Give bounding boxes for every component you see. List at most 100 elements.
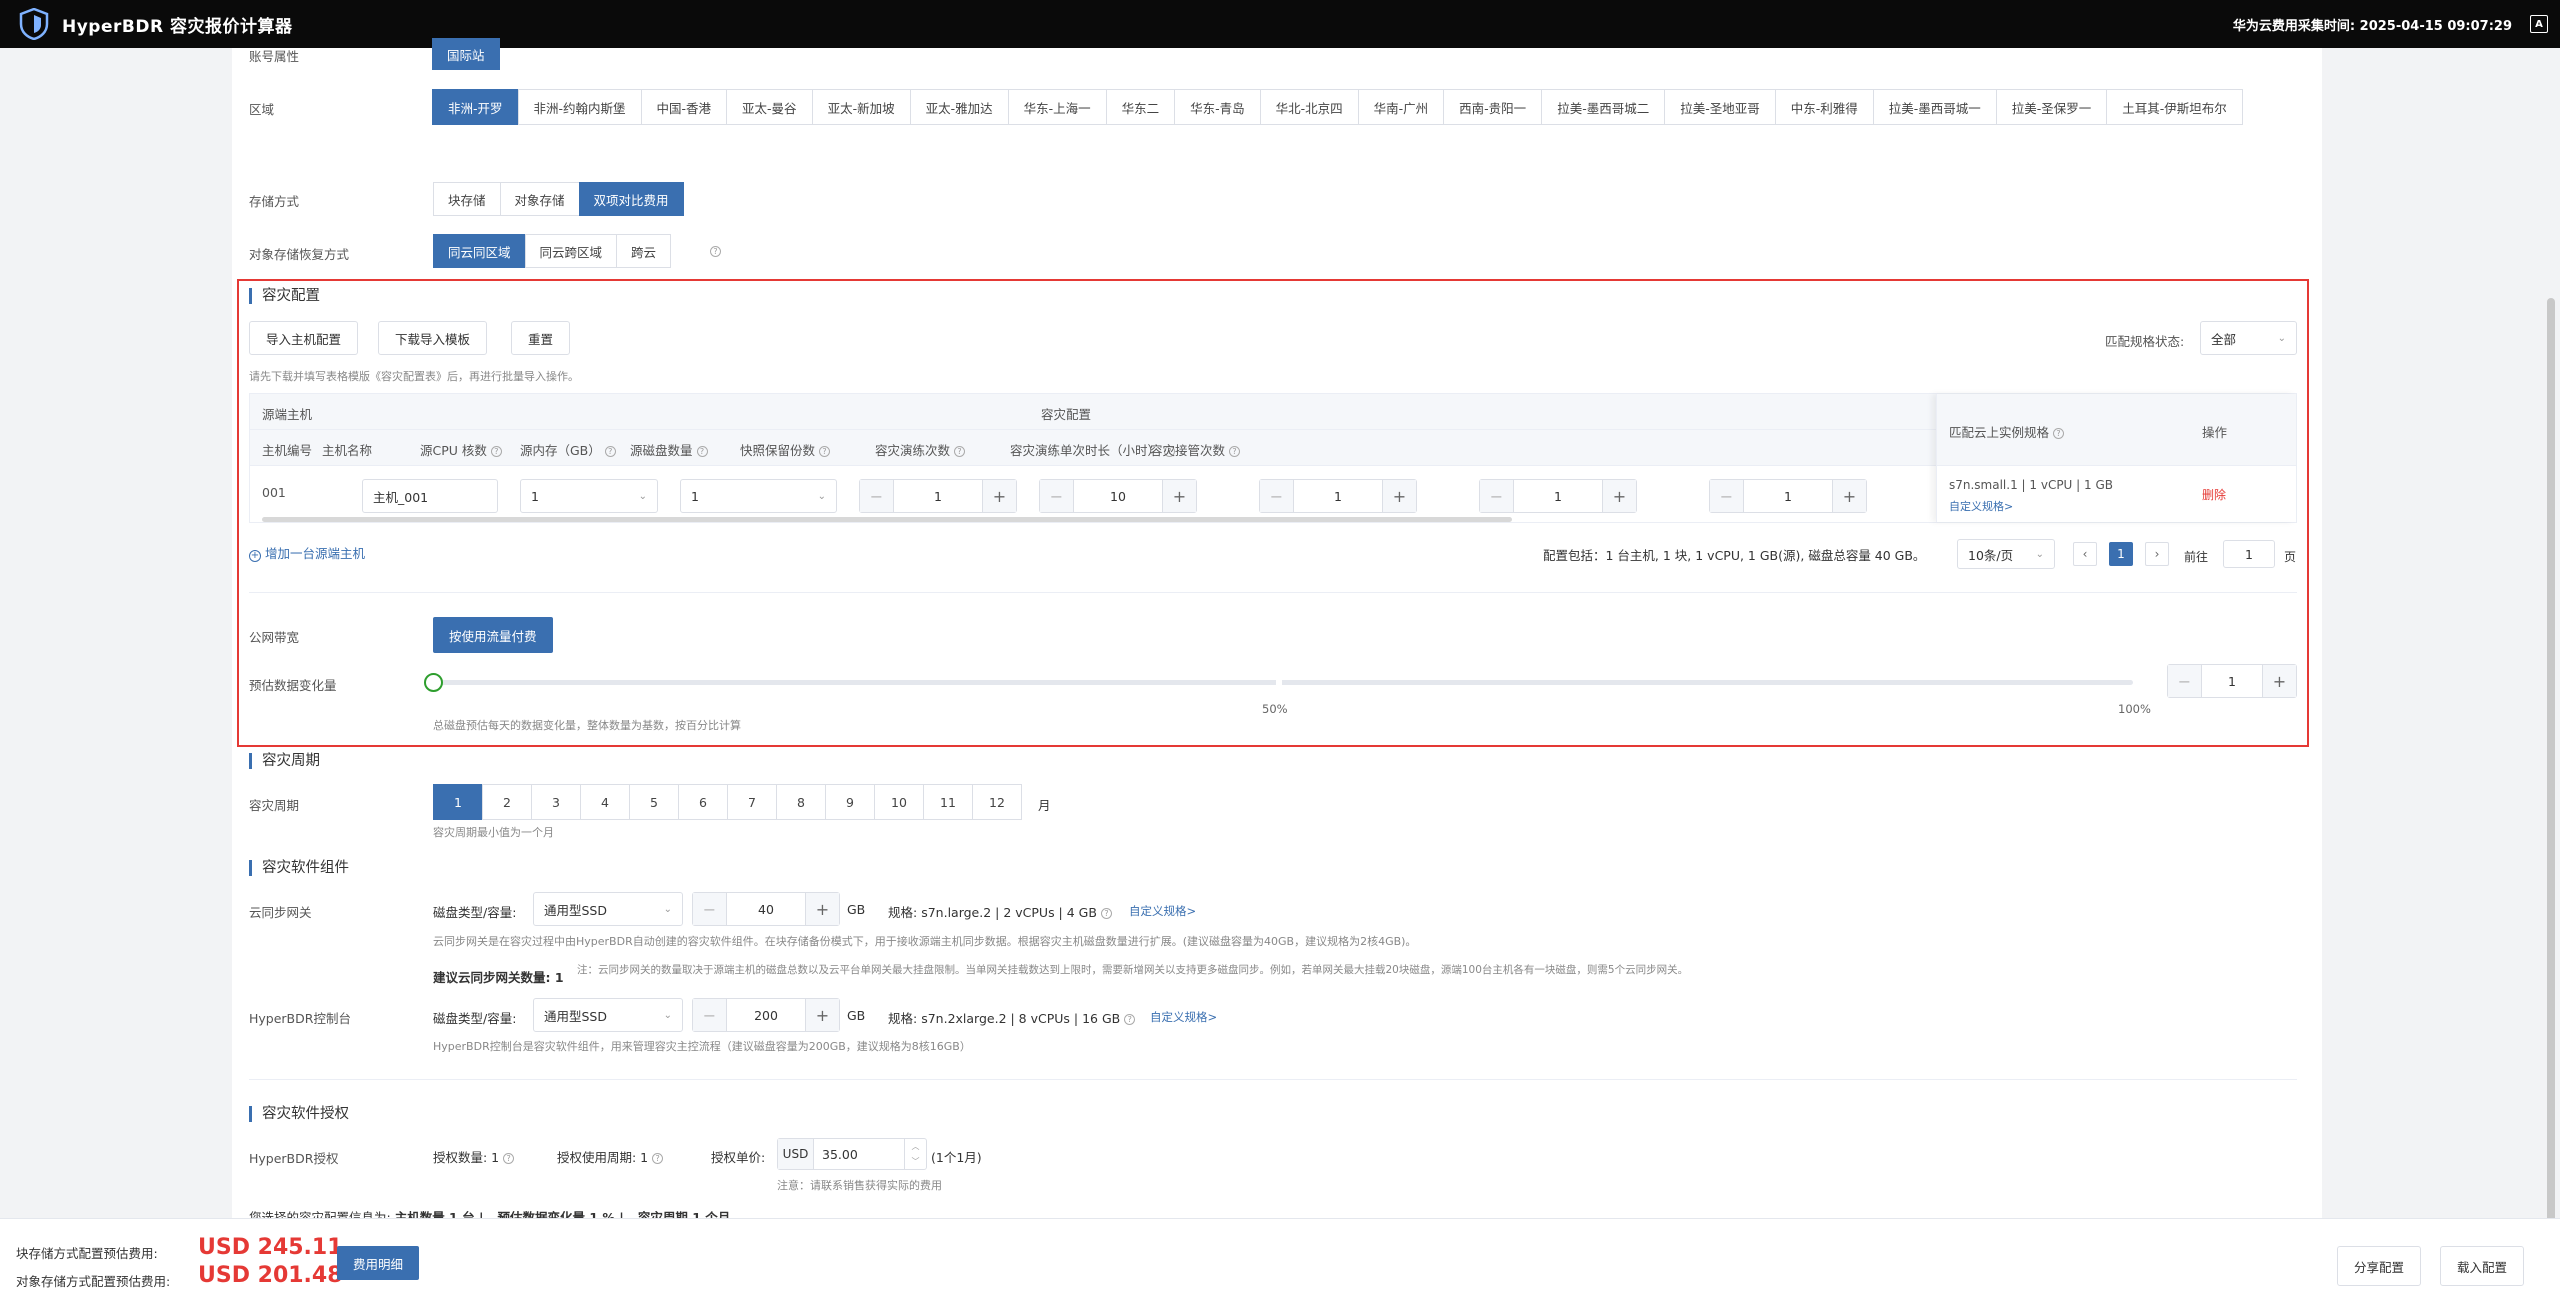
region-option[interactable]: 非洲-约翰内斯堡 bbox=[517, 89, 642, 125]
console-capacity-value[interactable]: 200 bbox=[727, 999, 805, 1031]
help-icon[interactable]: ? bbox=[954, 446, 966, 457]
period-option[interactable]: 7 bbox=[727, 784, 777, 820]
data-change-slider[interactable] bbox=[433, 679, 2133, 686]
share-config-button[interactable]: 分享配置 bbox=[2337, 1246, 2422, 1286]
language-icon[interactable]: A bbox=[2530, 15, 2548, 33]
import-host-config-button[interactable]: 导入主机配置 bbox=[249, 321, 359, 355]
drill-hours-value[interactable]: 1 bbox=[1514, 480, 1602, 512]
minus-icon[interactable]: − bbox=[2168, 665, 2202, 697]
minus-icon[interactable]: − bbox=[860, 480, 894, 512]
license-price-value[interactable]: 35.00 bbox=[814, 1139, 904, 1169]
gateway-custom-spec-link[interactable]: 自定义规格> bbox=[1129, 903, 1196, 919]
period-option[interactable]: 5 bbox=[629, 784, 679, 820]
help-icon[interactable]: ? bbox=[819, 446, 831, 457]
cpu-select[interactable]: 1 ⌄ bbox=[520, 479, 658, 513]
region-option[interactable]: 拉美-墨西哥城一 bbox=[1872, 89, 1997, 125]
plus-icon[interactable]: + bbox=[1162, 480, 1196, 512]
minus-icon[interactable]: − bbox=[693, 893, 727, 925]
table-horizontal-scrollbar[interactable] bbox=[262, 517, 1512, 522]
help-icon[interactable]: ? bbox=[503, 1153, 515, 1164]
gateway-capacity-value[interactable]: 40 bbox=[727, 893, 805, 925]
region-option[interactable]: 亚太-曼谷 bbox=[726, 89, 813, 125]
period-option[interactable]: 9 bbox=[825, 784, 875, 820]
period-option[interactable]: 4 bbox=[580, 784, 630, 820]
next-page-button[interactable]: › bbox=[2145, 542, 2169, 566]
restore-option[interactable]: 同云跨区域 bbox=[524, 234, 618, 268]
disk-count-value[interactable]: 1 bbox=[894, 480, 982, 512]
region-option[interactable]: 中国-香港 bbox=[640, 89, 728, 125]
region-option[interactable]: 拉美-圣地亚哥 bbox=[1664, 89, 1776, 125]
period-option[interactable]: 11 bbox=[923, 784, 973, 820]
region-option[interactable]: 土耳其-伊斯坦布尔 bbox=[2106, 89, 2243, 125]
custom-spec-link[interactable]: 自定义规格> bbox=[1949, 498, 2013, 514]
prev-page-button[interactable]: ‹ bbox=[2073, 542, 2097, 566]
scroll-thumb[interactable] bbox=[2547, 298, 2555, 1258]
help-icon[interactable]: ? bbox=[2053, 428, 2065, 439]
page-size-select[interactable]: 10条/页 ⌄ bbox=[1957, 539, 2055, 569]
region-option[interactable]: 中东-利雅得 bbox=[1774, 89, 1874, 125]
scrollbar[interactable] bbox=[2546, 48, 2556, 1258]
restore-option[interactable]: 跨云 bbox=[616, 234, 672, 268]
snapshot-stepper[interactable]: −10 + bbox=[1039, 479, 1197, 513]
minus-icon[interactable]: − bbox=[1040, 480, 1074, 512]
minus-icon[interactable]: − bbox=[1480, 480, 1514, 512]
region-option[interactable]: 华北-北京四 bbox=[1259, 89, 1359, 125]
console-capacity-stepper[interactable]: −200 + bbox=[692, 998, 840, 1032]
help-icon[interactable]: ? bbox=[1100, 908, 1112, 919]
data-change-value[interactable]: 1 bbox=[2202, 665, 2262, 697]
drill-count-value[interactable]: 1 bbox=[1294, 480, 1382, 512]
console-disk-type-select[interactable]: 通用型SSD ⌄ bbox=[533, 998, 683, 1032]
drill-hours-stepper[interactable]: −1 + bbox=[1479, 479, 1637, 513]
help-icon[interactable]: ? bbox=[604, 446, 616, 457]
help-icon[interactable]: ? bbox=[696, 446, 708, 457]
region-option[interactable]: 非洲-开罗 bbox=[432, 89, 519, 125]
snapshot-value[interactable]: 10 bbox=[1074, 480, 1162, 512]
region-option[interactable]: 西南-贵阳一 bbox=[1443, 89, 1543, 125]
account-intl-button[interactable]: 国际站 bbox=[432, 38, 500, 70]
page-1-button[interactable]: 1 bbox=[2109, 542, 2133, 566]
load-config-button[interactable]: 载入配置 bbox=[2440, 1246, 2525, 1286]
plus-icon[interactable]: + bbox=[2262, 665, 2296, 697]
add-host-link[interactable]: + 增加一台源端主机 bbox=[249, 543, 365, 562]
region-option[interactable]: 华南-广州 bbox=[1357, 89, 1445, 125]
delete-link[interactable]: 删除 bbox=[2202, 486, 2226, 503]
storage-option[interactable]: 对象存储 bbox=[499, 182, 580, 216]
plus-icon[interactable]: + bbox=[982, 480, 1016, 512]
region-option[interactable]: 华东二 bbox=[1105, 89, 1176, 125]
period-option[interactable]: 10 bbox=[874, 784, 924, 820]
restore-help-icon[interactable]: ? bbox=[710, 246, 721, 257]
region-option[interactable]: 拉美-圣保罗一 bbox=[1995, 89, 2108, 125]
region-option[interactable]: 华东-青岛 bbox=[1174, 89, 1261, 125]
host-name-input[interactable]: 主机_001 bbox=[362, 479, 498, 513]
license-price-input[interactable]: USD 35.00 ︿ ﹀ bbox=[777, 1138, 927, 1170]
goto-page-input[interactable]: 1 bbox=[2223, 540, 2275, 568]
period-option[interactable]: 3 bbox=[531, 784, 581, 820]
period-option[interactable]: 2 bbox=[482, 784, 532, 820]
match-status-select[interactable]: 全部 ⌄ bbox=[2200, 321, 2297, 355]
region-option[interactable]: 亚太-新加坡 bbox=[811, 89, 911, 125]
download-template-button[interactable]: 下载导入模板 bbox=[378, 321, 488, 355]
gateway-capacity-stepper[interactable]: −40 + bbox=[692, 892, 840, 926]
help-icon[interactable]: ? bbox=[1229, 446, 1241, 457]
period-option[interactable]: 8 bbox=[776, 784, 826, 820]
memory-select[interactable]: 1 ⌄ bbox=[680, 479, 837, 513]
period-option[interactable]: 6 bbox=[678, 784, 728, 820]
period-option[interactable]: 12 bbox=[972, 784, 1022, 820]
restore-option[interactable]: 同云同区域 bbox=[433, 234, 526, 268]
takeover-stepper[interactable]: −1 + bbox=[1709, 479, 1867, 513]
minus-icon[interactable]: − bbox=[1260, 480, 1294, 512]
minus-icon[interactable]: − bbox=[1710, 480, 1744, 512]
data-change-stepper[interactable]: −1 + bbox=[2167, 664, 2297, 698]
plus-icon[interactable]: + bbox=[1832, 480, 1866, 512]
price-spinner[interactable]: ︿ ﹀ bbox=[904, 1139, 926, 1169]
region-option[interactable]: 华东-上海一 bbox=[1007, 89, 1107, 125]
disk-count-stepper[interactable]: −1 + bbox=[859, 479, 1017, 513]
help-icon[interactable]: ? bbox=[490, 446, 502, 457]
region-option[interactable]: 亚太-雅加达 bbox=[909, 89, 1009, 125]
help-icon[interactable]: ? bbox=[1124, 1014, 1136, 1025]
help-icon[interactable]: ? bbox=[652, 1153, 664, 1164]
add-host-label[interactable]: 增加一台源端主机 bbox=[265, 546, 365, 561]
plus-icon[interactable]: + bbox=[1382, 480, 1416, 512]
reset-button[interactable]: 重置 bbox=[511, 321, 571, 355]
plus-icon[interactable]: + bbox=[1602, 480, 1636, 512]
